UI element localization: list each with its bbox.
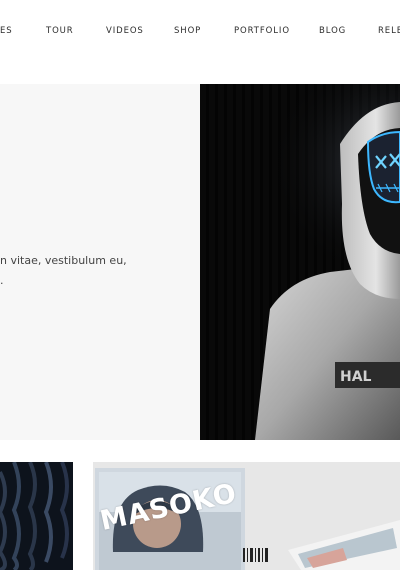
intro-text-line-1: n vitae, vestibulum eu, (0, 254, 127, 267)
svg-text:HAL: HAL (340, 369, 372, 385)
intro-text-panel: n vitae, vestibulum eu, . (0, 84, 200, 440)
nav-item-shop[interactable]: SHOP (174, 26, 201, 36)
nav-item-portfolio[interactable]: PORTFOLIO (234, 26, 290, 36)
wave-texture-icon (0, 462, 73, 570)
main-nav: ES TOUR VIDEOS SHOP PORTFOLIO BLOG RELE (0, 0, 400, 62)
nav-item-partial-es[interactable]: ES (0, 26, 13, 36)
wave-texture-thumbnail[interactable] (0, 462, 73, 570)
hero-image: HAL (200, 84, 400, 440)
nav-item-partial-rele[interactable]: RELE (378, 26, 400, 36)
intro-text-line-2: . (0, 274, 4, 287)
nav-item-videos[interactable]: VIDEOS (106, 26, 144, 36)
masked-figure-icon: HAL (200, 84, 400, 440)
nav-item-tour[interactable]: TOUR (46, 26, 74, 36)
nav-item-blog[interactable]: BLOG (319, 26, 346, 36)
